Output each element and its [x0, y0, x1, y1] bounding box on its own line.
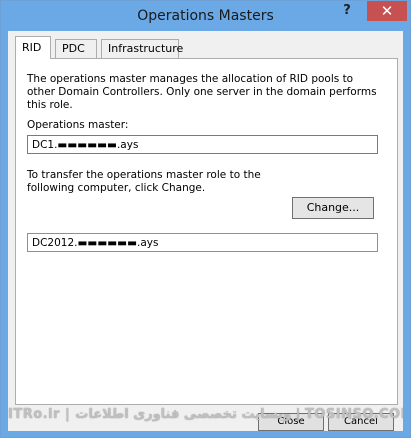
- rid-tab-panel: The operations master manages the alloca…: [15, 58, 398, 405]
- operations-master-label: Operations master:: [27, 119, 129, 131]
- dialog-client-area: RID PDC Infrastructure The operations ma…: [8, 31, 403, 431]
- transfer-instructions: To transfer the operations master role t…: [27, 169, 261, 194]
- change-button[interactable]: Change...: [292, 197, 374, 219]
- operations-master-field[interactable]: DC1.▬▬▬▬▬▬.ays: [27, 135, 378, 154]
- tab-infrastructure[interactable]: Infrastructure: [101, 39, 183, 58]
- target-computer-field[interactable]: DC2012.▬▬▬▬▬▬.ays: [27, 233, 378, 252]
- close-icon: ✕: [380, 2, 394, 20]
- close-window-button[interactable]: ✕: [367, 1, 407, 21]
- tab-pdc[interactable]: PDC: [55, 39, 97, 58]
- title-bar[interactable]: Operations Masters ? ✕: [1, 1, 410, 31]
- role-description: The operations master manages the alloca…: [27, 73, 377, 111]
- operations-masters-window: Operations Masters ? ✕ RID PDC Infrastru…: [0, 0, 411, 438]
- tab-rid[interactable]: RID: [15, 36, 51, 59]
- help-button[interactable]: ?: [329, 1, 365, 21]
- watermark-text: ITRo.ir | وبسایت تخصصی فناوری اطلاعات | …: [8, 407, 403, 422]
